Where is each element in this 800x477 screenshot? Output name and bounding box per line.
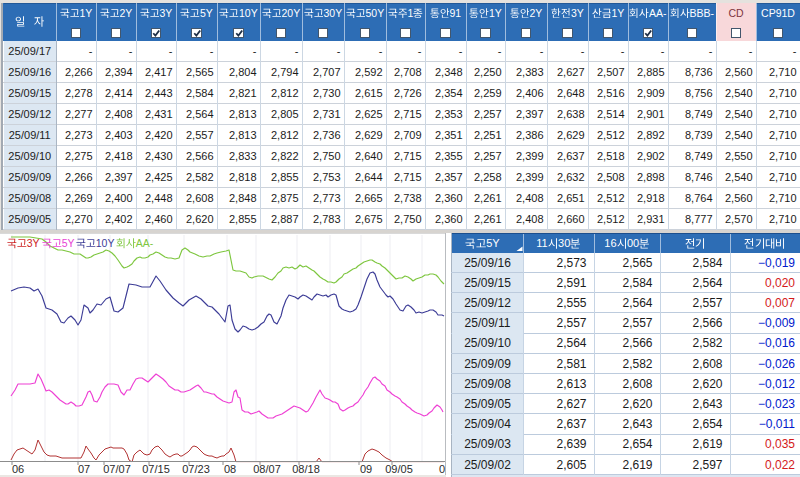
svg-text:09: 09: [360, 463, 372, 475]
svg-text:07/15: 07/15: [142, 463, 170, 475]
svg-text:07: 07: [78, 463, 90, 475]
svg-text:07/23: 07/23: [182, 463, 210, 475]
svg-text:06: 06: [12, 463, 24, 475]
svg-text:08/07: 08/07: [253, 463, 281, 475]
svg-text:08/18: 08/18: [292, 463, 320, 475]
svg-text:09/05: 09/05: [385, 463, 413, 475]
svg-text:07/07: 07/07: [103, 463, 131, 475]
svg-text:08: 08: [224, 463, 236, 475]
svg-text:0: 0: [439, 463, 445, 475]
